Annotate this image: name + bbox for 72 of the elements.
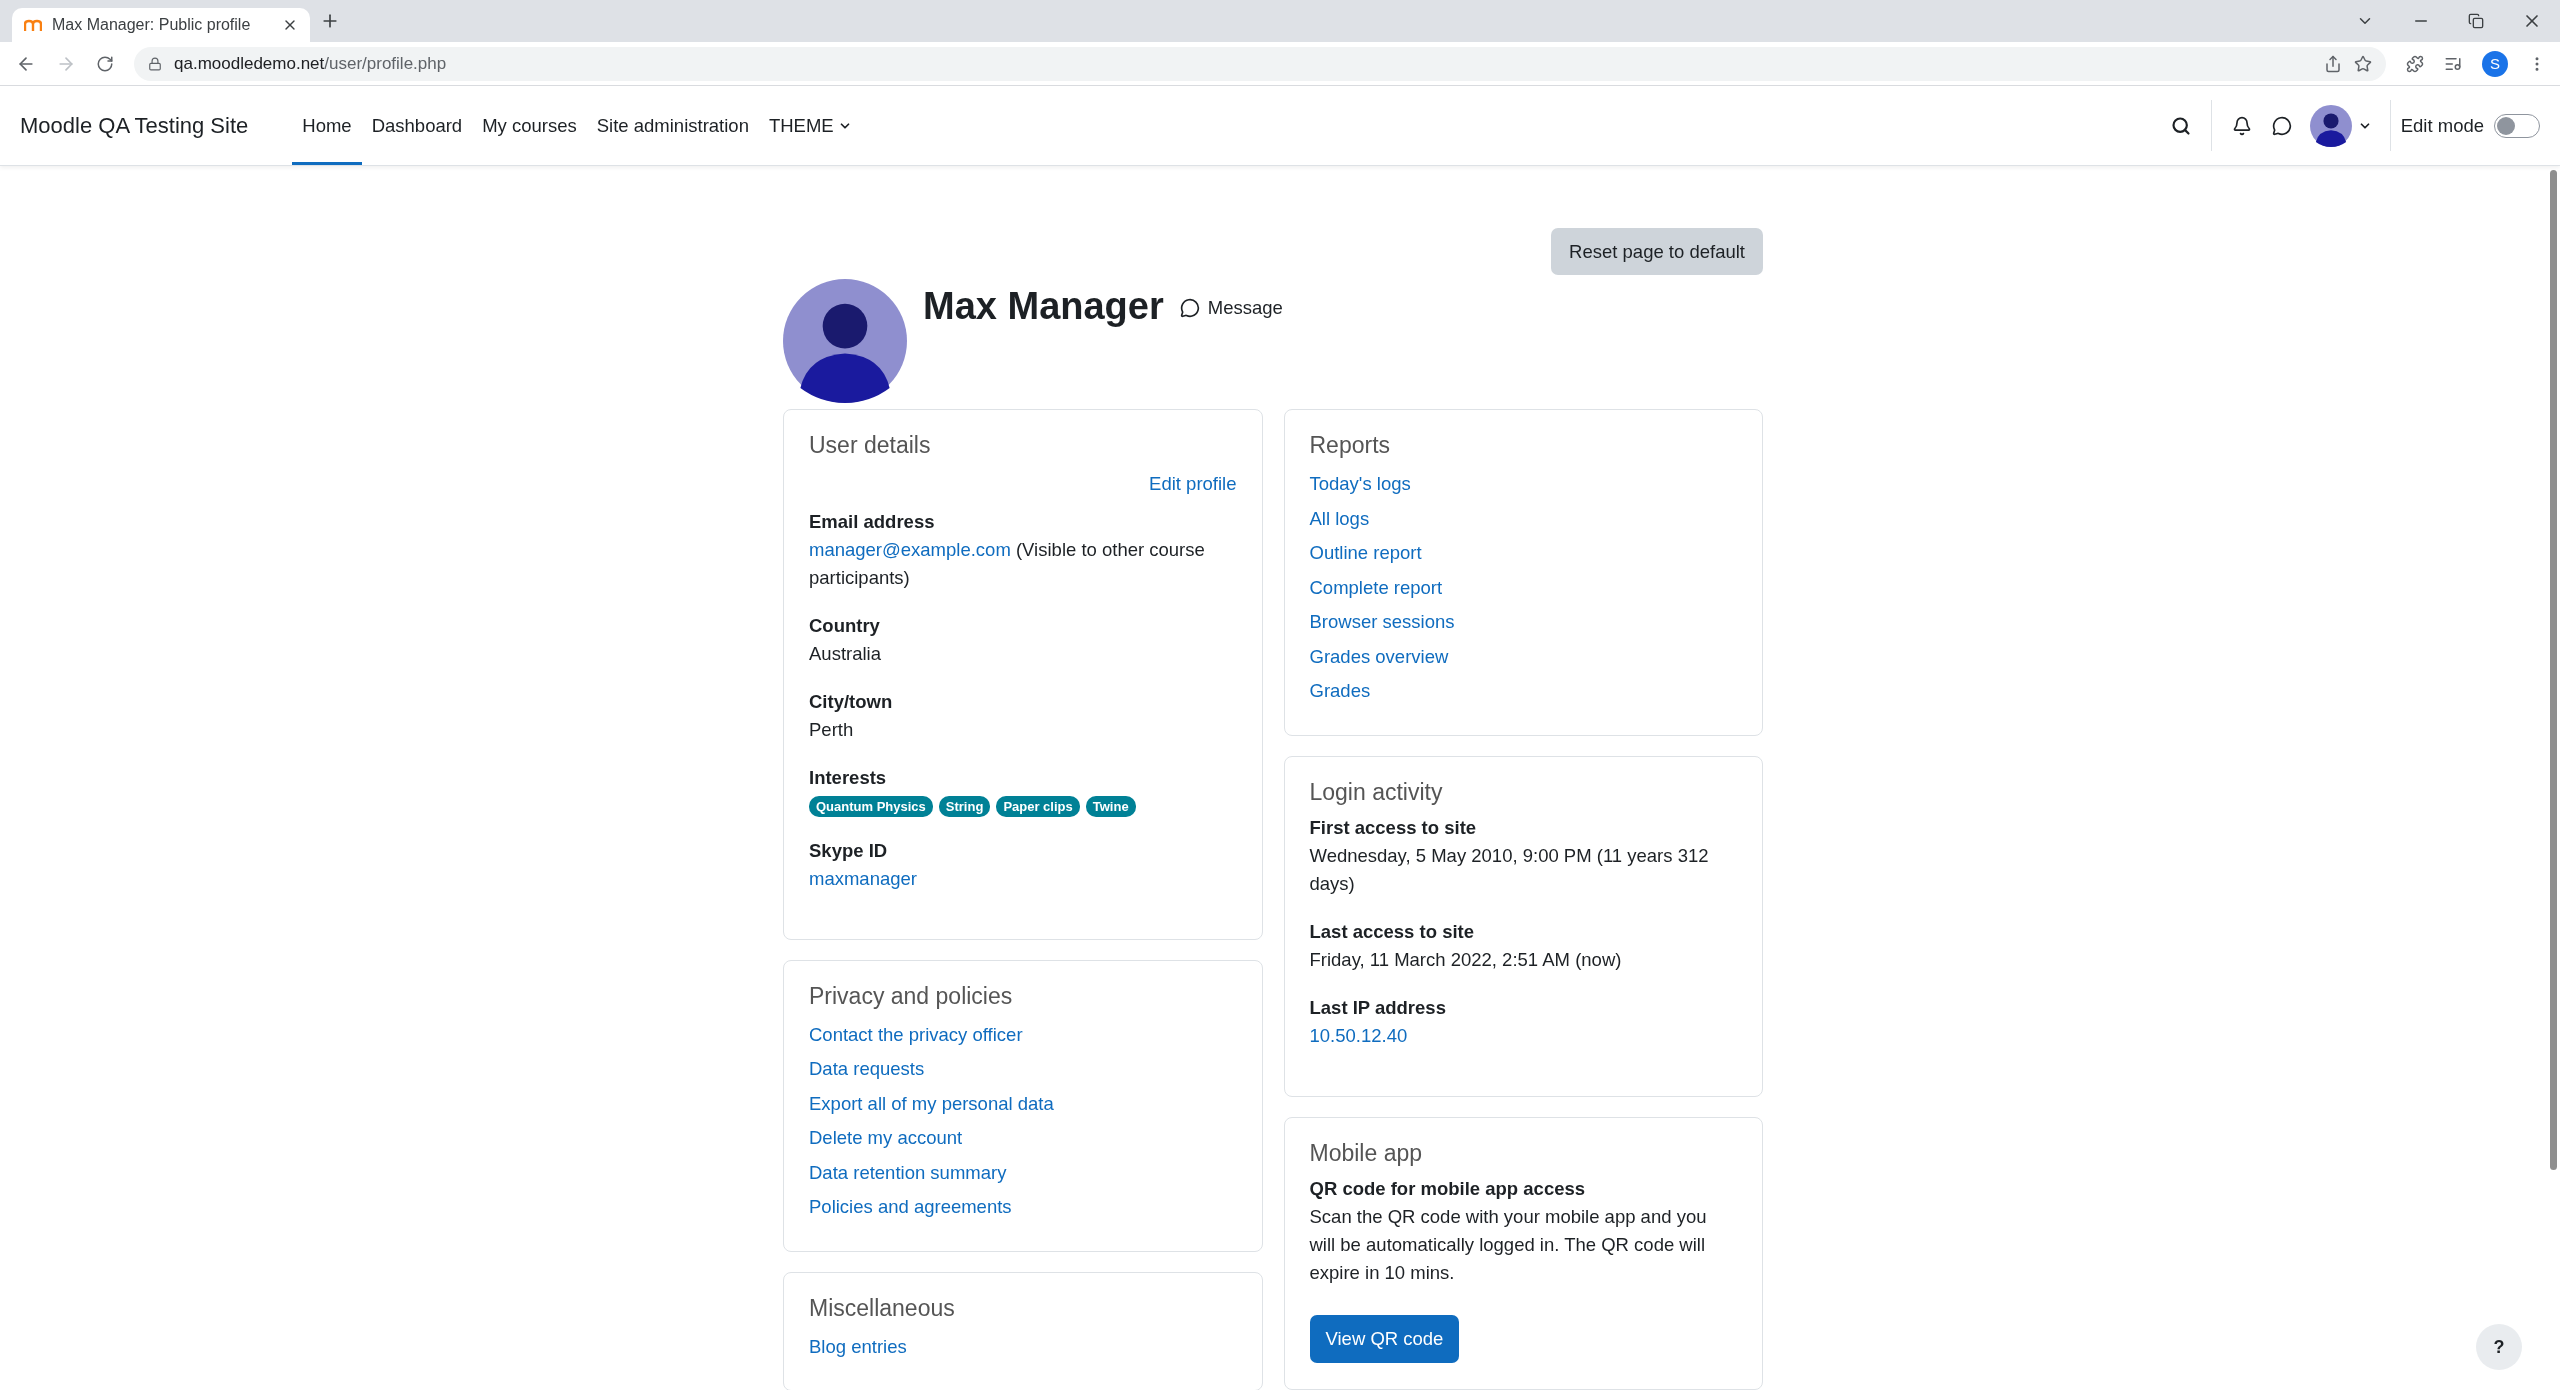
field-value: Friday, 11 March 2022, 2:51 AM (now) [1309, 947, 1623, 972]
nav-item[interactable]: THEME [758, 86, 862, 165]
link[interactable]: Complete report [1309, 576, 1443, 598]
card-title: Privacy and policies [809, 982, 1014, 1010]
site-name[interactable]: Moodle QA Testing Site [20, 112, 249, 139]
moodle-logo-icon [24, 18, 42, 32]
bell-icon[interactable] [2231, 115, 2252, 136]
user-avatar [2309, 104, 2352, 147]
nav-item[interactable]: Site administration [586, 86, 759, 165]
nav-item[interactable]: Dashboard [361, 86, 473, 165]
interest-tag[interactable]: String [938, 795, 991, 817]
restore-icon[interactable] [2468, 13, 2484, 29]
card-title: Mobile app [1309, 1139, 1424, 1167]
field-label: Interests [809, 765, 888, 790]
field-label: Email address [809, 509, 936, 534]
field-label: First access to site [1309, 815, 1478, 840]
tab-title: Max Manager: Public profile [52, 16, 252, 34]
link[interactable]: Grades [1309, 680, 1371, 701]
link[interactable]: maxmanager [809, 864, 1237, 893]
link[interactable]: Grades overview [1309, 645, 1449, 667]
link[interactable]: Data retention summary [809, 1161, 1007, 1183]
share-icon[interactable] [2324, 54, 2342, 73]
link[interactable]: 10.50.12.40 [1309, 1021, 1737, 1050]
card-title: Reports [1309, 432, 1392, 459]
link[interactable]: Export all of my personal data [809, 1092, 1054, 1114]
link[interactable]: Browser sessions [1309, 611, 1455, 632]
link[interactable]: Policies and agreements [809, 1196, 1012, 1217]
link[interactable]: Outline report [1309, 542, 1422, 563]
edit-mode-label: Edit mode [2400, 114, 2484, 137]
link[interactable]: Delete my account [809, 1127, 963, 1148]
link[interactable]: All logs [1309, 507, 1370, 529]
card-title: Login activity [1309, 778, 1444, 806]
nav-item[interactable]: My courses [472, 86, 587, 165]
nav-item[interactable]: Home [292, 86, 362, 165]
search-icon[interactable] [2170, 115, 2191, 136]
interest-tag[interactable]: Paper clips [996, 795, 1080, 817]
field-label: City/town [809, 689, 894, 714]
reload-icon[interactable] [96, 54, 114, 73]
card-title: User details [809, 432, 932, 459]
scrollbar-thumb[interactable] [2549, 170, 2557, 1170]
field-label: Last IP address [1309, 995, 1447, 1020]
field-label: Country [809, 613, 881, 638]
field-label: QR code for mobile app access [1309, 1176, 1587, 1201]
link[interactable]: Contact the privacy officer [809, 1023, 1023, 1045]
help-button[interactable]: ? [2476, 1324, 2522, 1370]
field-value: Wednesday, 5 May 2010, 9:00 PM (11 years 312 days) [1309, 843, 1710, 896]
profile-avatar[interactable]: S [2482, 50, 2508, 77]
field-label: Last access to site [1309, 919, 1476, 944]
lock-icon [148, 56, 162, 71]
extensions-icon[interactable] [2406, 54, 2424, 73]
field-value: Australia [809, 641, 882, 666]
field-value: Scan the QR code with your mobile app and you will be automatically logged in. The QR code will expire in 10 mins. [1309, 1204, 1708, 1285]
field-value: Perth [809, 717, 855, 742]
link[interactable]: Data requests [809, 1058, 925, 1079]
bookmark-star-icon[interactable] [2354, 54, 2372, 73]
interest-tag[interactable]: Twine [1085, 795, 1136, 817]
message-link[interactable]: Message [1179, 297, 1283, 319]
interest-tag[interactable]: Quantum Physics [809, 795, 933, 817]
edit-mode-toggle[interactable] [2494, 113, 2540, 138]
view-qr-code-button[interactable]: View QR code [1309, 1314, 1460, 1363]
profile-name: Max Manager [923, 285, 1164, 328]
field-value: manager@example.com (Visible to other course participants) [809, 537, 1206, 590]
message-icon [1179, 298, 1200, 318]
edit-profile-link[interactable]: Edit profile [1149, 467, 1237, 502]
address-bar[interactable]: qa.moodledemo.net/user/profile.php [134, 46, 2386, 81]
reset-page-button[interactable]: Reset page to default [1551, 228, 1763, 275]
link[interactable]: Today's logs [1309, 473, 1411, 494]
card-title: Miscellaneous [809, 1294, 956, 1322]
field-label: Skype ID [809, 838, 889, 863]
link[interactable]: Blog entries [809, 1335, 907, 1357]
chat-icon[interactable] [2271, 115, 2292, 136]
browser-tab[interactable]: Max Manager: Public profile [12, 8, 310, 42]
